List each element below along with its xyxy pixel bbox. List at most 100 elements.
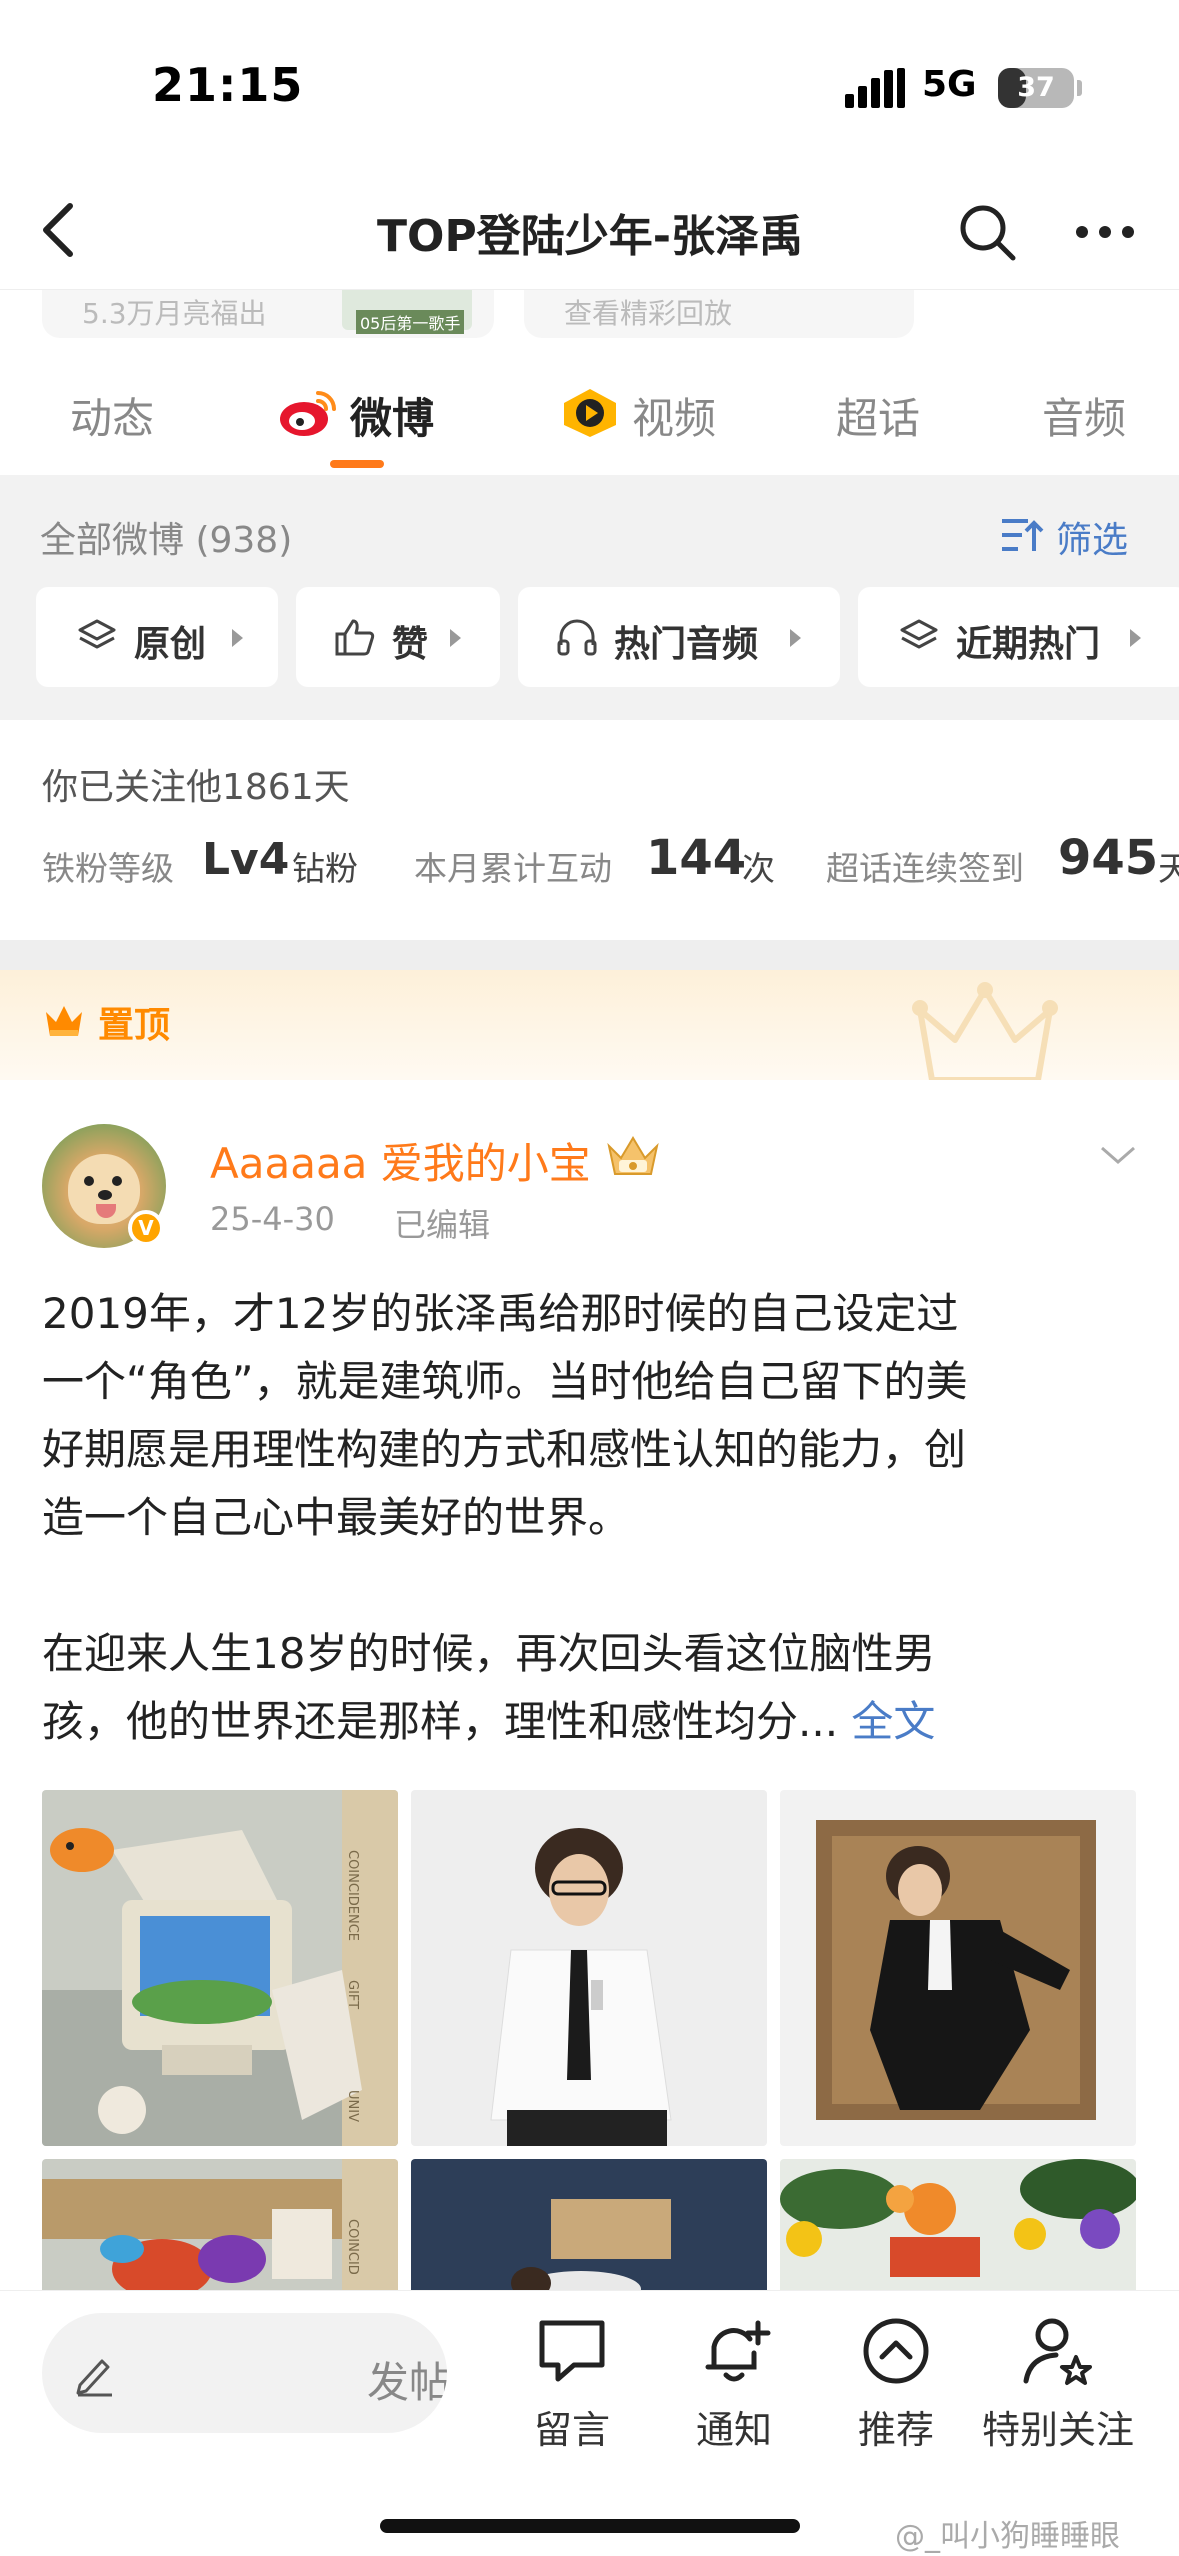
post-body: 2019年，才12岁的张泽禹给那时候的自己设定过 一个“角色”，就是建筑师。当时…	[42, 1280, 1142, 1756]
chip-arrow-icon	[450, 629, 461, 647]
notify-button[interactable]: 通知	[654, 2313, 814, 2463]
back-arrow-icon[interactable]	[30, 198, 90, 262]
post-text-line: 好期愿是用理性构建的方式和感性认知的能力，创	[42, 1425, 967, 1474]
avatar-mouth	[96, 1204, 116, 1218]
tab-audio[interactable]: 音频	[1042, 385, 1126, 446]
tab-video[interactable]: 视频	[632, 385, 716, 446]
fan-level-unit: 钻粉	[292, 849, 358, 888]
interaction-value: 144	[646, 830, 747, 886]
fan-level-value: Lv4	[202, 834, 290, 885]
post-image-2[interactable]	[411, 1790, 767, 2146]
checkin-value: 945	[1058, 830, 1159, 886]
post-text-line: 造一个自己心中最美好的世界。	[42, 1493, 631, 1542]
compose-placeholder: 发帖	[367, 2358, 447, 2407]
profile-tabs: 动态 微博 视频 超话 音频	[0, 345, 1179, 475]
page-title: TOP登陆少年-张泽禹	[377, 211, 803, 262]
chip-original[interactable]: 原创	[36, 587, 278, 687]
filter-button[interactable]: 筛选	[1056, 511, 1128, 563]
special-follow-button[interactable]: 特别关注	[978, 2313, 1138, 2463]
pinned-banner: 置顶	[0, 970, 1179, 1080]
layers-icon	[78, 619, 116, 649]
checkin-unit: 天	[1158, 849, 1179, 888]
post-image-4[interactable]: COINCID	[42, 2159, 398, 2290]
peek-card-1[interactable]: 5.3万月亮福出 05后第一歌手	[42, 290, 494, 338]
layers-icon	[900, 619, 938, 649]
crown-icon	[46, 1006, 82, 1036]
peek-thumb-caption: 05后第一歌手	[356, 310, 465, 334]
chip-like[interactable]: 赞	[296, 587, 500, 687]
watermark: @_叫小狗睡睡眼	[895, 2519, 1120, 2554]
tab-active-indicator	[330, 460, 384, 468]
status-bar: 21:15 5G 37	[0, 0, 1179, 170]
vip-crown-icon	[607, 1136, 659, 1175]
chip-arrow-icon	[790, 629, 801, 647]
search-icon[interactable]	[955, 200, 1019, 264]
video-icon	[564, 389, 616, 437]
avatar-dog-face	[68, 1154, 140, 1224]
message-icon	[539, 2320, 605, 2382]
read-more-link[interactable]: 全文	[851, 1697, 935, 1746]
chip-label: 近期热门	[956, 624, 1101, 665]
tab-dynamic[interactable]: 动态	[70, 385, 154, 446]
peek-card-thumb: 05后第一歌手	[342, 290, 472, 334]
chip-hot-audio[interactable]: 热门音频	[518, 587, 840, 687]
thumbs-up-icon	[335, 619, 375, 656]
verified-badge-icon: V	[128, 1210, 164, 1246]
message-button[interactable]: 留言	[492, 2313, 652, 2463]
bell-plus-icon	[705, 2320, 771, 2382]
post-username[interactable]: Aaaaaa 爱我的小宝	[210, 1130, 591, 1191]
post-edited-tag: 已编辑	[394, 1206, 491, 1244]
compose-post-input[interactable]: 发帖	[42, 2313, 447, 2433]
photo-flowers-image	[780, 2159, 1136, 2290]
signal-icon	[845, 68, 905, 108]
all-weibo-count: 全部微博 (938)	[40, 520, 293, 561]
chip-recent-hot[interactable]: 近期热门	[858, 587, 1179, 687]
bottom-bar: 发帖 留言 通知 推荐 特别关注 @_叫小狗睡睡眼	[0, 2290, 1179, 2556]
peek-cards: 5.3万月亮福出 05后第一歌手 查看精彩回放	[0, 290, 1179, 342]
chevron-down-icon[interactable]	[1098, 1140, 1138, 1170]
filter-area: 全部微博 (938) 筛选 原创 赞 热门音频 近期热门	[0, 475, 1179, 720]
nav-bar: TOP登陆少年-张泽禹	[0, 170, 1179, 290]
pinned-label: 置顶	[98, 1005, 171, 1046]
up-circle-icon	[863, 2318, 929, 2384]
image-text: GIFT	[345, 1980, 360, 2010]
post-text-line: 孩，他的世界还是那样，理性和感性均分...	[42, 1697, 839, 1746]
post-image-5[interactable]	[411, 2159, 767, 2290]
special-follow-label: 特别关注	[981, 2408, 1134, 2452]
pencil-icon	[76, 2359, 112, 2397]
interaction-label: 本月累计互动	[414, 849, 612, 888]
image-text: COINCIDENCE	[345, 1850, 360, 1942]
post-date: 25-4-30	[210, 1200, 335, 1238]
recommend-button[interactable]: 推荐	[816, 2313, 976, 2463]
status-time: 21:15	[152, 58, 304, 112]
home-indicator[interactable]	[380, 2519, 800, 2533]
post-image-6[interactable]	[780, 2159, 1136, 2290]
weibo-post[interactable]: V Aaaaaa 爱我的小宝 25-4-30 已编辑 2019年，才12岁的张泽…	[0, 1080, 1179, 2290]
recommend-label: 推荐	[857, 2408, 934, 2452]
interaction-unit: 次	[742, 849, 775, 888]
peek-card-text: 查看精彩回放	[564, 297, 733, 330]
chip-label: 原创	[134, 624, 207, 665]
chip-arrow-icon	[232, 629, 243, 647]
peek-card-2[interactable]: 查看精彩回放	[524, 290, 914, 338]
message-label: 留言	[533, 2408, 610, 2452]
post-image-1[interactable]: COINCIDENCE GIFT UNIV	[42, 1790, 398, 2146]
avatar-nose	[98, 1190, 112, 1200]
section-divider	[0, 940, 1179, 970]
tab-weibo[interactable]: 微博	[350, 385, 434, 446]
notify-label: 通知	[695, 2408, 772, 2452]
more-icon[interactable]	[1070, 200, 1140, 264]
tab-supertopic[interactable]: 超话	[836, 385, 920, 446]
filter-icon[interactable]	[1000, 515, 1044, 555]
post-text-line: 一个“角色”，就是建筑师。当时他给自己留下的美	[42, 1357, 968, 1406]
post-image-3[interactable]	[780, 1790, 1136, 2146]
battery-percent: 37	[1017, 72, 1055, 103]
follow-info: 你已关注他1861天 铁粉等级 Lv4 钻粉 本月累计互动 144 次 超话连续…	[0, 720, 1179, 940]
paragraph-spacer	[42, 1552, 1142, 1620]
battery-tip	[1077, 80, 1082, 96]
battery-icon: 37	[998, 68, 1074, 108]
peek-card-text: 5.3万月亮福出	[82, 297, 267, 330]
headphones-icon	[557, 619, 597, 656]
follow-days: 你已关注他1861天	[42, 767, 350, 808]
network-type: 5G	[922, 64, 977, 105]
